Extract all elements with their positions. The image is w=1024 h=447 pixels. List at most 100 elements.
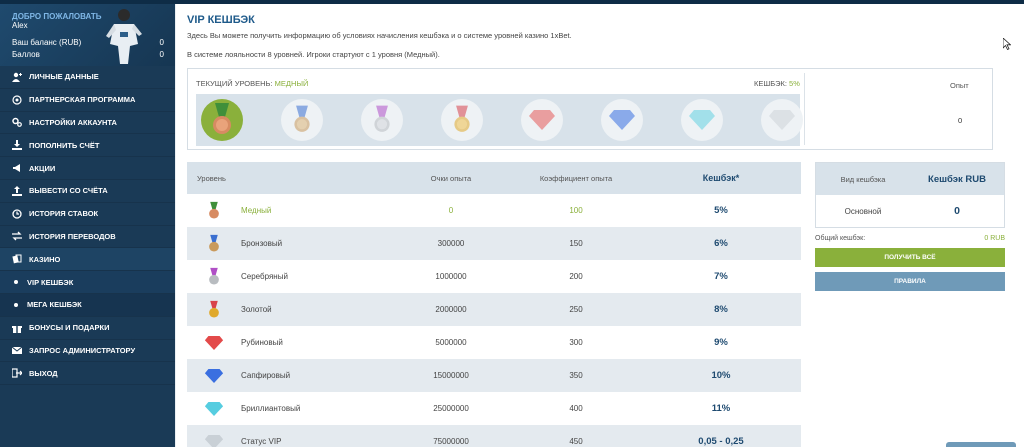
upload-icon <box>12 185 22 196</box>
level-coef: 400 <box>569 404 583 413</box>
sapphire-icon <box>601 99 643 141</box>
gold-medal-icon <box>187 300 241 320</box>
sidebar-item-transfer-history[interactable]: ИСТОРИЯ ПЕРЕВОДОВ <box>0 226 175 249</box>
profile-header: ДОБРО ПОЖАЛОВАТЬ Alex Ваш баланс (RUB) 0… <box>0 4 175 66</box>
total-cashback-value: 0 RUB <box>984 235 1005 242</box>
level-name: Бриллиантовый <box>241 404 301 413</box>
sidebar-item-label: БОНУСЫ И ПОДАРКИ <box>29 323 110 333</box>
current-cashback-value: 5% <box>789 79 800 88</box>
level-name: Бронзовый <box>241 239 283 248</box>
username: Alex <box>12 21 28 30</box>
level-cashback: 11% <box>711 403 731 414</box>
level-cashback: 0,05 - 0,25 <box>698 436 744 447</box>
level-name: Медный <box>241 206 272 215</box>
points-label: Баллов <box>12 50 40 59</box>
gears-icon <box>12 117 22 128</box>
silver-medal-icon <box>361 99 403 141</box>
current-cashback: КЕШБЭК: 5% <box>754 79 800 88</box>
scroll-top-button[interactable] <box>946 442 1016 447</box>
sidebar-item-withdraw[interactable]: ВЫВЕСТИ СО СЧЁТА <box>0 180 175 203</box>
user-icon <box>12 72 22 82</box>
diamond-icon <box>681 99 723 141</box>
sidebar-item-exit[interactable]: ВЫХОД <box>0 362 175 386</box>
level-points: 75000000 <box>433 437 469 446</box>
sidebar-item-settings[interactable]: НАСТРОЙКИ АККАУНТА <box>0 112 175 135</box>
level-points: 5000000 <box>435 338 467 347</box>
sapphire-icon <box>187 368 241 383</box>
sidebar-item-promotions[interactable]: АКЦИИ <box>0 157 175 180</box>
level-points: 25000000 <box>433 404 469 413</box>
level-points: 15000000 <box>433 371 469 380</box>
header-level: Уровень <box>197 173 226 183</box>
header-points: Очки опыта <box>430 173 472 183</box>
experience-label: Опыт <box>950 81 969 90</box>
get-all-button[interactable]: ПОЛУЧИТЬ ВСЁ <box>815 248 1005 267</box>
cashback-type-label: Вид кешбэка <box>840 174 886 184</box>
vip-diamond-icon <box>761 99 803 141</box>
sidebar-item-label: ПАРТНЕРСКАЯ ПРОГРАММА <box>29 95 136 105</box>
cashback-box-header: Вид кешбэка Кешбэк RUB <box>816 163 1004 195</box>
current-level-label: ТЕКУЩИЙ УРОВЕНЬ: <box>196 79 273 88</box>
total-cashback-label: Общий кешбэк: <box>815 235 866 242</box>
sidebar-item-label: МЕГА КЕШБЭК <box>27 300 82 310</box>
sidebar-item-admin-request[interactable]: ЗАПРОС АДМИНИСТРАТОРУ <box>0 340 175 363</box>
table-row: Золотой 2000000 250 8% <box>187 293 801 326</box>
bronze-medal-icon <box>281 99 323 141</box>
cashback-box: Вид кешбэка Кешбэк RUB Основной 0 <box>815 162 1005 228</box>
sidebar-item-label: ЗАПРОС АДМИНИСТРАТОРУ <box>29 345 136 355</box>
level-name: Статус VIP <box>241 437 282 446</box>
level-strip <box>196 94 803 146</box>
level-points: 0 <box>448 206 454 215</box>
sidebar-item-label: ИСТОРИЯ ПЕРЕВОДОВ <box>29 231 116 241</box>
page-title: VIP КЕШБЭК <box>187 14 255 26</box>
level-points: 2000000 <box>435 305 467 314</box>
header-coef: Коэффициент опыта <box>539 173 613 183</box>
sidebar-item-mega-cashback[interactable]: МЕГА КЕШБЭК <box>0 293 175 317</box>
sidebar-item-label: КАЗИНО <box>29 254 61 264</box>
sidebar-item-partner[interactable]: ПАРТНЕРСКАЯ ПРОГРАММА <box>0 89 175 112</box>
current-cashback-label: КЕШБЭК: <box>754 79 787 88</box>
level-cashback: 6% <box>714 238 728 249</box>
sidebar-item-label: ИСТОРИЯ СТАВОК <box>29 209 99 219</box>
cashback-row-value: 0 <box>954 205 960 217</box>
level-coef: 300 <box>569 338 583 347</box>
sidebar-item-label: НАСТРОЙКИ АККАУНТА <box>29 117 117 127</box>
current-level: ТЕКУЩИЙ УРОВЕНЬ: МЕДНЫЙ <box>196 79 308 88</box>
sidebar-item-bonuses[interactable]: БОНУСЫ И ПОДАРКИ <box>0 317 175 340</box>
vip-diamond-icon <box>187 434 241 447</box>
header-cashback: Кешбэк* <box>702 173 740 183</box>
sidebar-item-personal[interactable]: ЛИЧНЫЕ ДАННЫЕ <box>0 66 175 89</box>
level-name: Золотой <box>241 305 272 314</box>
sidebar-item-label: VIP КЕШБЭК <box>27 277 74 287</box>
level-cashback: 10% <box>711 370 731 381</box>
table-header: Уровень Очки опыта Коэффициент опыта Кеш… <box>187 162 801 194</box>
cashback-box-row: Основной 0 <box>816 195 1004 227</box>
loyalty-text: В системе лояльности 8 уровней. Игроки с… <box>187 50 440 59</box>
sidebar-item-deposit[interactable]: ПОПОЛНИТЬ СЧЁТ <box>0 134 175 158</box>
level-points: 1000000 <box>435 272 467 281</box>
rules-button[interactable]: ПРАВИЛА <box>815 272 1005 291</box>
exit-icon <box>12 368 22 378</box>
table-row: Сапфировый 15000000 350 10% <box>187 359 801 392</box>
level-coef: 100 <box>569 206 583 215</box>
table-row: Бронзовый 300000 150 6% <box>187 227 801 260</box>
main-content: VIP КЕШБЭК Здесь Вы можете получить инфо… <box>176 4 1024 447</box>
table-row: Рубиновый 5000000 300 9% <box>187 326 801 359</box>
partner-icon <box>12 95 22 105</box>
sidebar-item-casino[interactable]: КАЗИНО <box>0 248 175 272</box>
bronze-medal-icon <box>187 234 241 254</box>
sidebar-item-bet-history[interactable]: ИСТОРИЯ СТАВОК <box>0 203 175 226</box>
level-name: Сапфировый <box>241 371 291 380</box>
table-row: Серебряный 1000000 200 7% <box>187 260 801 293</box>
table-row: Бриллиантовый 25000000 400 11% <box>187 392 801 425</box>
gift-icon <box>12 323 22 333</box>
level-coef: 250 <box>569 305 583 314</box>
sidebar-menu: ЛИЧНЫЕ ДАННЫЕ ПАРТНЕРСКАЯ ПРОГРАММА НАСТ… <box>0 66 175 386</box>
cards-icon <box>12 254 22 264</box>
welcome-text: ДОБРО ПОЖАЛОВАТЬ <box>12 12 102 21</box>
total-cashback: Общий кешбэк: 0 RUB <box>815 235 1005 242</box>
balance-value: 0 <box>159 38 164 47</box>
divider <box>804 73 805 145</box>
sidebar-item-vip-cashback[interactable]: VIP КЕШБЭК <box>0 271 175 294</box>
clock-icon <box>12 209 22 219</box>
